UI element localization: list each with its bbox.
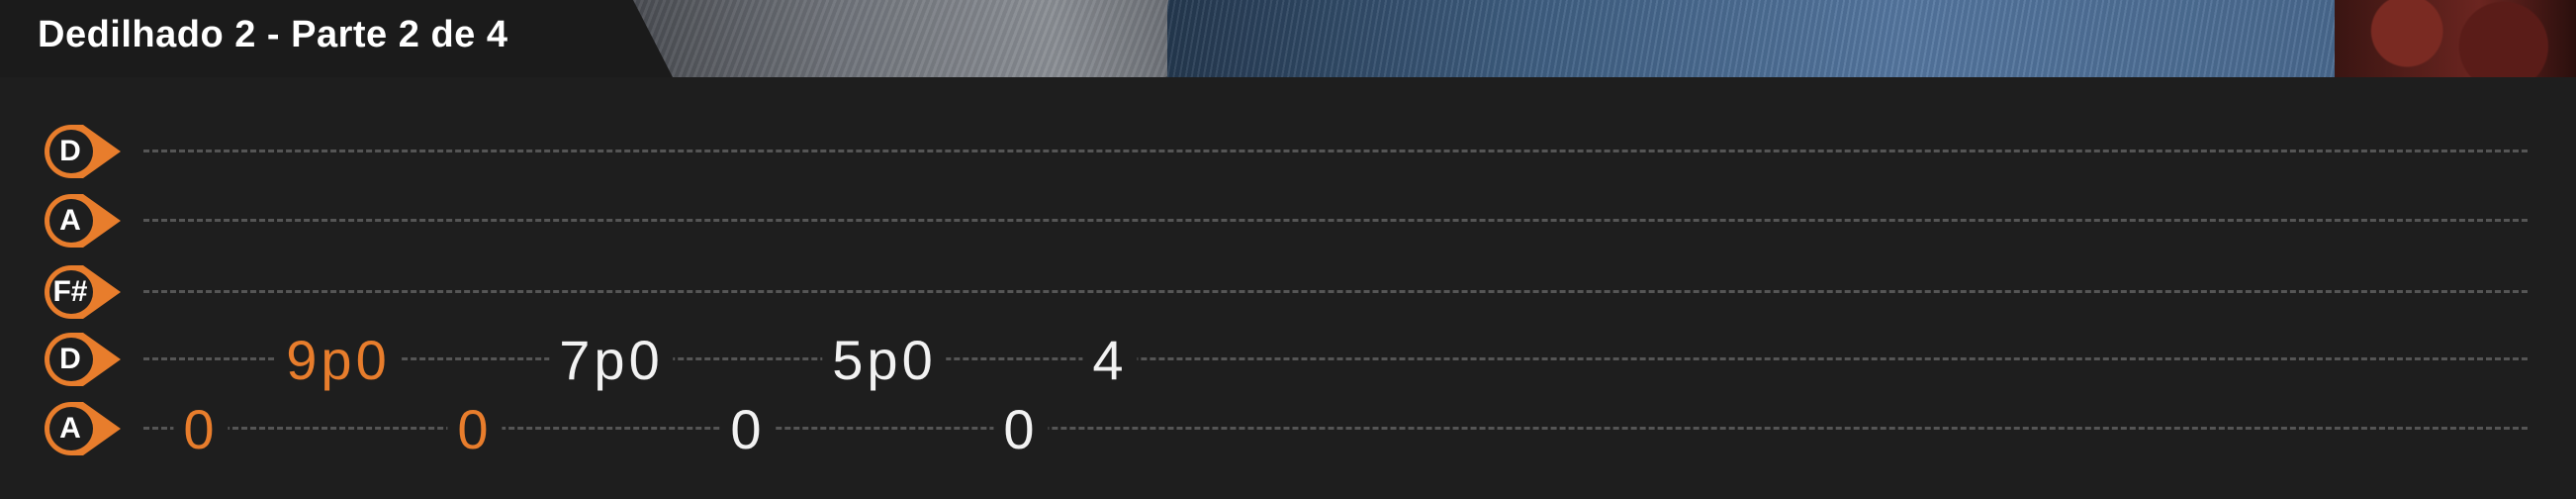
string-line-3	[143, 290, 2528, 293]
tab-note: 4	[1082, 333, 1138, 388]
string-label: D	[59, 135, 81, 167]
tab-note: 0	[993, 402, 1049, 457]
tab-note: 0	[447, 402, 503, 457]
tablature-panel: D A F# D A 0 9p0 0 7p0 0 5p0 0 4	[0, 77, 2576, 499]
string-marker-2: A	[42, 191, 123, 250]
string-label: F#	[52, 275, 88, 308]
string-label: D	[59, 343, 81, 375]
lesson-title: Dedilhado 2 - Parte 2 de 4	[38, 14, 508, 55]
string-line-1	[143, 150, 2528, 152]
tab-note: 0	[173, 402, 229, 457]
string-marker-5: A	[42, 399, 123, 458]
lesson-title-tab: Dedilhado 2 - Parte 2 de 4	[0, 0, 673, 77]
video-jeans-right	[1167, 0, 2394, 77]
tab-note: 0	[720, 402, 776, 457]
player-screen: Dedilhado 2 - Parte 2 de 4 D A F# D A 0 …	[0, 0, 2576, 499]
tab-note: 7p0	[549, 333, 674, 388]
string-line-2	[143, 219, 2528, 222]
video-background-corner	[2335, 0, 2576, 77]
tab-note: 5p0	[822, 333, 947, 388]
string-label: A	[59, 204, 81, 237]
string-marker-4: D	[42, 330, 123, 389]
tab-note: 9p0	[276, 333, 401, 388]
string-label: A	[59, 412, 81, 445]
string-line-4	[143, 357, 2528, 360]
string-marker-3: F#	[42, 262, 123, 322]
string-marker-1: D	[42, 122, 123, 181]
